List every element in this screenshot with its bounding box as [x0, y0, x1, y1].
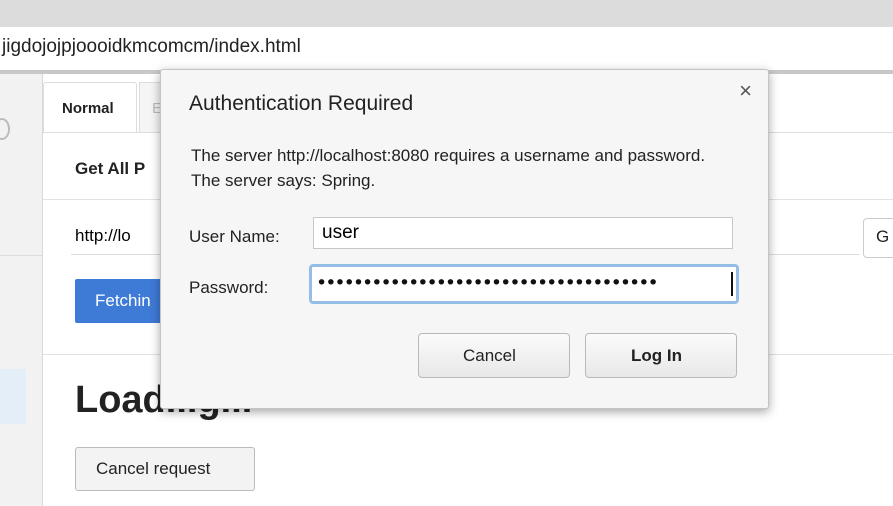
login-button[interactable]: Log In — [585, 333, 737, 378]
fetch-button-label: Fetchin — [95, 291, 151, 310]
dialog-message: The server http://localhost:8080 require… — [191, 146, 706, 190]
section-title: Get All P — [75, 159, 146, 178]
password-input[interactable]: ••••••••••••••••••••••••••••••••••••• — [309, 264, 739, 304]
username-label: User Name: — [189, 227, 280, 246]
tab-normal-label: Normal — [62, 100, 114, 117]
login-button-label: Log In — [631, 346, 682, 365]
partial-icon — [0, 118, 10, 140]
go-button-label: G — [876, 227, 890, 246]
password-mask: ••••••••••••••••••••••••••••••••••••• — [316, 272, 659, 294]
username-input[interactable] — [313, 217, 733, 249]
tab-normal[interactable]: Normal — [43, 82, 137, 133]
address-text[interactable]: jigdojojpjoooidkmcomcm/index.html — [2, 36, 301, 58]
selected-item[interactable] — [0, 369, 26, 424]
cancel-request-label: Cancel request — [96, 459, 211, 478]
auth-dialog: × Authentication Required The server htt… — [160, 69, 769, 409]
cancel-button[interactable]: Cancel — [418, 333, 570, 378]
cancel-button-label: Cancel — [463, 346, 516, 365]
cancel-request-button[interactable]: Cancel request — [75, 447, 255, 491]
go-button[interactable]: G — [863, 218, 893, 258]
password-label: Password: — [189, 278, 269, 297]
dialog-title: Authentication Required — [189, 92, 414, 115]
close-icon[interactable]: × — [739, 78, 752, 104]
browser-tab-strip — [0, 0, 893, 28]
divider — [0, 255, 42, 256]
left-panel — [0, 74, 43, 506]
address-bar[interactable]: jigdojojpjoooidkmcomcm/index.html — [0, 27, 893, 74]
text-caret — [731, 272, 733, 296]
